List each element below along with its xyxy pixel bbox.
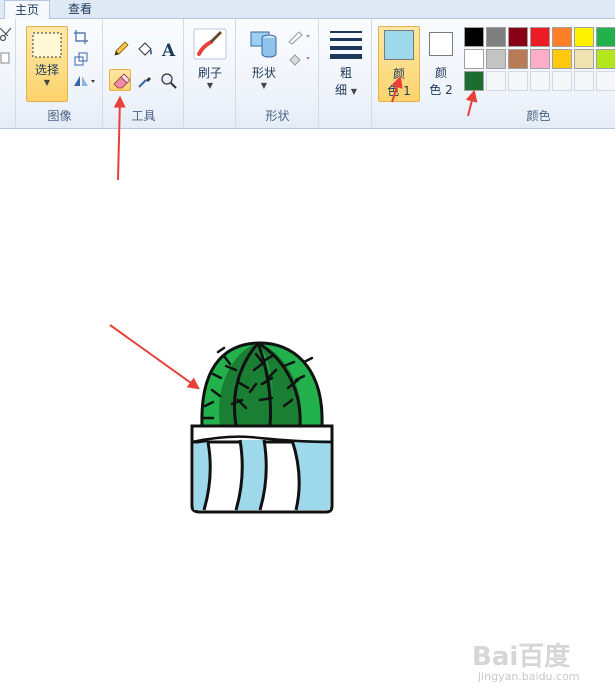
watermark-url: jingyan.baidu.com bbox=[478, 670, 580, 683]
arrow-cactus bbox=[109, 324, 200, 390]
arrow-palette-green bbox=[465, 89, 478, 117]
annotation-arrows bbox=[109, 75, 478, 390]
watermark: Bai百度 jingyan.baidu.com bbox=[472, 630, 612, 690]
watermark-text: Bai百度 bbox=[472, 642, 571, 672]
arrow-eraser bbox=[113, 95, 126, 181]
arrow-color1 bbox=[391, 75, 403, 103]
